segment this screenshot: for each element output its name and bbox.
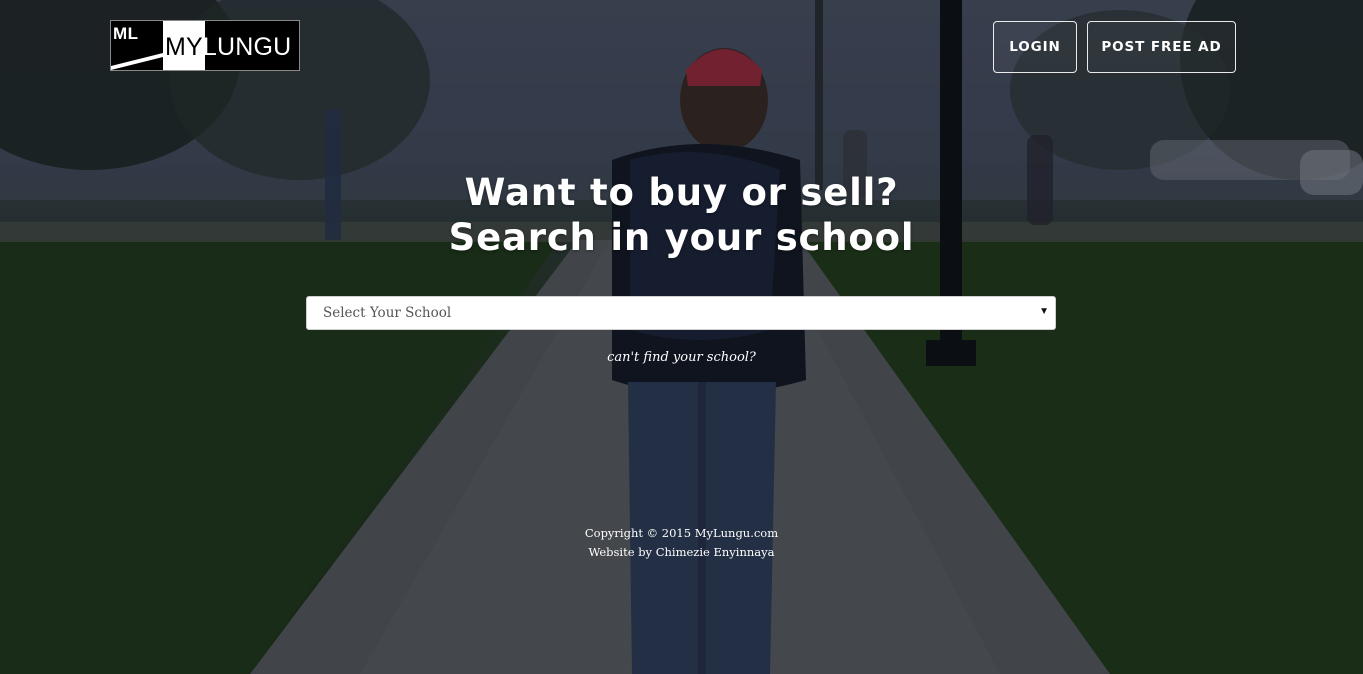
cant-find-school-link[interactable]: can't find your school? [0,350,1363,365]
school-select-dropdown[interactable]: Select Your School ▼ [306,296,1056,330]
hero-title-line-1: Want to buy or sell? [464,171,899,214]
login-button[interactable]: LOGIN [993,21,1077,73]
footer: Copyright © 2015 MyLungu.com Website by … [0,524,1363,562]
background-photo [0,0,1363,674]
copyright-text: Copyright © 2015 MyLungu.com [584,526,779,540]
logo-word-dark: MY [165,33,203,61]
hero-heading: Want to buy or sell? Search in your scho… [0,170,1363,260]
hero-title-line-2: Search in your school [448,216,915,259]
credit-text: Website by Chimezie Enyinnaya [588,545,775,559]
logo-word-light: LUNGU [202,33,292,61]
post-free-ad-button[interactable]: POST FREE AD [1087,21,1236,73]
logo-wordmark: MYLUNGU [165,33,291,62]
caret-down-icon: ▼ [1039,306,1049,317]
school-select-value: Select Your School [323,305,452,321]
mylungu-logo[interactable]: ML MYLUNGU [110,20,300,71]
